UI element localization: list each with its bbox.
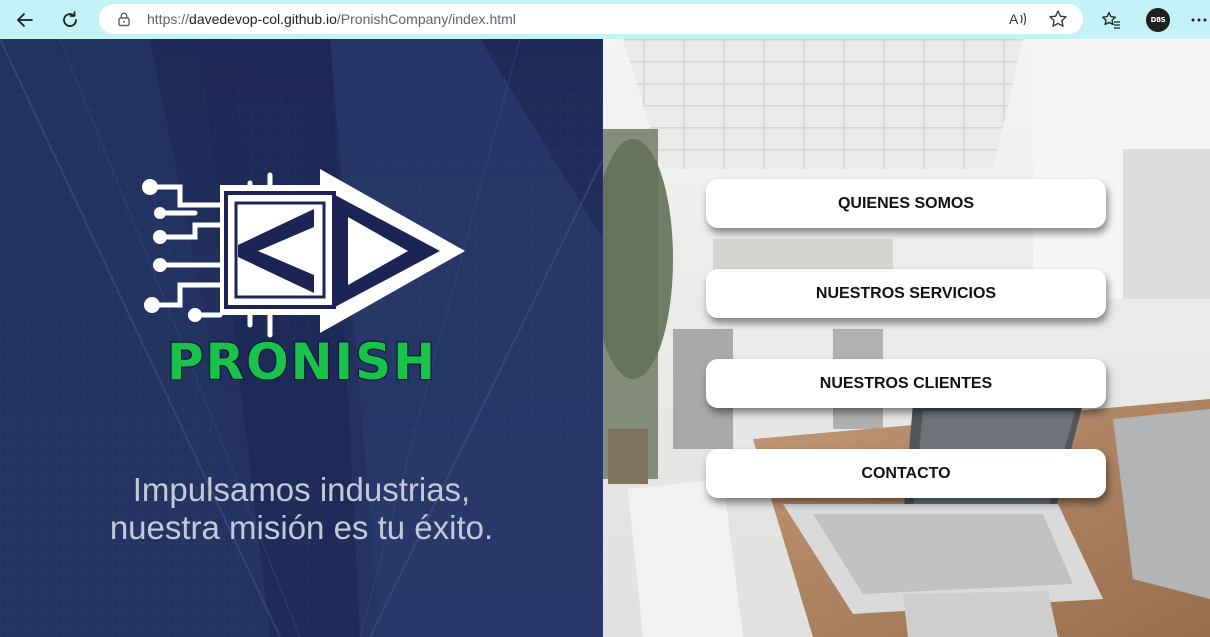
lock-icon[interactable] [116,11,132,27]
url-prefix: https:// [147,11,190,27]
tagline-line-1: Impulsamos industrias, [132,471,471,508]
menu-contacto-button[interactable]: CONTACTO [706,449,1106,498]
reload-icon [63,11,77,27]
url-text[interactable]: https://davedevop-col.github.io/PronishC… [147,11,516,27]
menu-nuestros-servicios-button[interactable]: NUESTROS SERVICIOS [706,269,1106,318]
brand-name: PRONISH [167,333,437,391]
navigation-panel: QUIENES SOMOS NUESTROS SERVICIOS NUESTRO… [603,39,1210,637]
menu-nuestros-clientes-button[interactable]: NUESTROS CLIENTES [706,359,1106,408]
hero-tagline: Impulsamos industrias, nuestra misión es… [0,471,603,547]
avatar: D8S [1146,8,1170,32]
star-icon[interactable] [1047,9,1069,29]
profile-button[interactable]: D8S [1145,7,1171,33]
reload-button[interactable] [57,7,83,33]
tagline-line-2: nuestra misión es tu éxito. [109,509,494,546]
hero-panel: PRONISH Impulsamos industrias, nuestra m… [0,39,603,637]
address-bar[interactable]: https://davedevop-col.github.io/PronishC… [99,4,1083,34]
browser-toolbar: https://davedevop-col.github.io/PronishC… [0,0,1210,39]
more-icon [1191,18,1207,22]
favorites-button[interactable] [1098,7,1124,33]
read-aloud-glyph: A [1009,11,1019,27]
menu-quienes-somos-button[interactable]: QUIENES SOMOS [706,179,1106,228]
more-button[interactable] [1188,7,1210,33]
favorites-icon [1102,11,1120,29]
read-aloud-icon: A [1009,11,1027,27]
read-aloud-button[interactable]: A [1007,9,1029,29]
back-arrow-icon [17,13,33,27]
url-path: /PronishCompany/index.html [336,11,516,27]
url-host: davedevop-col.github.io [189,11,337,27]
back-button[interactable] [12,7,38,33]
office-background-photo [603,39,1210,637]
pronish-logo: PRONISH [142,169,465,391]
